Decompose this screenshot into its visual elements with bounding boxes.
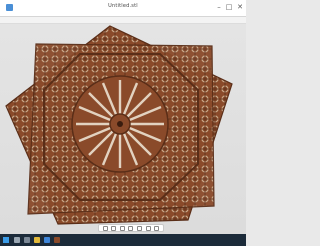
title-bar: Untitled.stl – □ ✕ bbox=[0, 0, 246, 17]
viewer-icon[interactable] bbox=[54, 237, 60, 243]
fit-icon[interactable] bbox=[137, 225, 143, 231]
minimize-button[interactable]: – bbox=[214, 2, 224, 12]
select-icon[interactable] bbox=[102, 225, 108, 231]
carved-panel-model bbox=[5, 25, 233, 225]
settings-icon[interactable] bbox=[154, 225, 160, 231]
pan-icon[interactable] bbox=[119, 225, 125, 231]
browser-icon[interactable] bbox=[44, 237, 50, 243]
taskview-icon[interactable] bbox=[24, 237, 30, 243]
close-button[interactable]: ✕ bbox=[235, 2, 245, 12]
rotate-icon[interactable] bbox=[111, 225, 117, 231]
maximize-button[interactable]: □ bbox=[224, 2, 234, 12]
menu-toolbar bbox=[0, 17, 246, 24]
central-rosette bbox=[71, 75, 169, 173]
search-icon[interactable] bbox=[14, 237, 20, 243]
explorer-icon[interactable] bbox=[34, 237, 40, 243]
views-icon[interactable] bbox=[145, 225, 151, 231]
taskbar bbox=[0, 234, 246, 246]
view-toolbar bbox=[98, 224, 164, 232]
windows-start-icon[interactable] bbox=[3, 237, 9, 243]
zoom-icon[interactable] bbox=[128, 225, 134, 231]
3d-viewport[interactable] bbox=[0, 24, 246, 234]
window-title: Untitled.stl bbox=[108, 3, 138, 9]
